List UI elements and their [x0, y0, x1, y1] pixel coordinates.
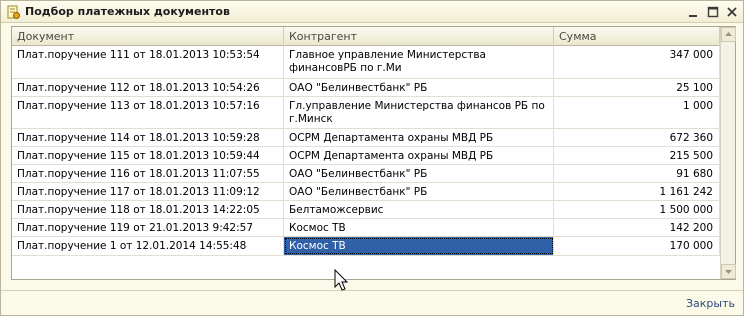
cell-document[interactable]: Плат.поручение 117 от 18.01.2013 11:09:1…	[12, 183, 284, 200]
scroll-up-button[interactable]	[721, 27, 736, 42]
dialog-window: Подбор платежных документов Документ Кон…	[0, 0, 744, 316]
minimize-icon[interactable]	[686, 5, 700, 19]
cell-contractor[interactable]: Космос ТВ	[284, 219, 554, 236]
cell-sum[interactable]: 347 000	[554, 46, 720, 78]
documents-table[interactable]: Документ Контрагент Сумма Плат.поручение…	[11, 26, 736, 280]
cell-contractor[interactable]: Гл.управление Министерства финансов РБ п…	[284, 97, 554, 128]
table-row[interactable]: Плат.поручение 119 от 21.01.2013 9:42:57…	[12, 219, 720, 237]
cell-document[interactable]: Плат.поручение 111 от 18.01.2013 10:53:5…	[12, 46, 284, 78]
cell-contractor[interactable]: ОСРМ Департамента охраны МВД РБ	[284, 129, 554, 146]
table-row[interactable]: Плат.поручение 115 от 18.01.2013 10:59:4…	[12, 147, 720, 165]
cell-document[interactable]: Плат.поручение 118 от 18.01.2013 14:22:0…	[12, 201, 284, 218]
column-header-sum[interactable]: Сумма	[554, 27, 720, 46]
document-icon	[7, 5, 20, 19]
cell-document[interactable]: Плат.поручение 119 от 21.01.2013 9:42:57	[12, 219, 284, 236]
cell-sum[interactable]: 215 500	[554, 147, 720, 164]
cell-contractor[interactable]: ОАО "Белинвестбанк" РБ	[284, 79, 554, 96]
table-row[interactable]: Плат.поручение 118 от 18.01.2013 14:22:0…	[12, 201, 720, 219]
close-icon[interactable]	[725, 5, 739, 19]
cell-sum[interactable]: 1 000	[554, 97, 720, 128]
cell-sum[interactable]: 170 000	[554, 237, 720, 255]
cell-document[interactable]: Плат.поручение 1 от 12.01.2014 14:55:48	[12, 237, 284, 255]
table-header: Документ Контрагент Сумма	[12, 27, 720, 46]
table-row[interactable]: Плат.поручение 114 от 18.01.2013 10:59:2…	[12, 129, 720, 147]
scroll-down-button[interactable]	[721, 264, 736, 279]
mouse-cursor-icon	[334, 269, 349, 291]
column-header-document[interactable]: Документ	[12, 27, 284, 46]
arrow-up-icon	[725, 32, 732, 36]
cell-contractor[interactable]: Белтаможсервис	[284, 201, 554, 218]
cell-contractor[interactable]: ОАО "Белинвестбанк" РБ	[284, 183, 554, 200]
cell-document[interactable]: Плат.поручение 112 от 18.01.2013 10:54:2…	[12, 79, 284, 96]
cell-document[interactable]: Плат.поручение 114 от 18.01.2013 10:59:2…	[12, 129, 284, 146]
cell-document[interactable]: Плат.поручение 113 от 18.01.2013 10:57:1…	[12, 97, 284, 128]
cell-sum[interactable]: 1 161 242	[554, 183, 720, 200]
cell-sum[interactable]: 25 100	[554, 79, 720, 96]
close-button[interactable]: Закрыть	[686, 297, 735, 310]
table-row[interactable]: Плат.поручение 117 от 18.01.2013 11:09:1…	[12, 183, 720, 201]
table-body: Плат.поручение 111 от 18.01.2013 10:53:5…	[12, 46, 720, 279]
cell-contractor[interactable]: Главное управление Министерства финансов…	[284, 46, 554, 78]
window-title: Подбор платежных документов	[25, 5, 230, 18]
cell-sum[interactable]: 142 200	[554, 219, 720, 236]
maximize-icon[interactable]	[706, 5, 720, 19]
table-row[interactable]: Плат.поручение 111 от 18.01.2013 10:53:5…	[12, 46, 720, 79]
arrow-down-icon	[725, 270, 732, 274]
cell-sum[interactable]: 1 500 000	[554, 201, 720, 218]
table-row[interactable]: Плат.поручение 112 от 18.01.2013 10:54:2…	[12, 79, 720, 97]
title-bar[interactable]: Подбор платежных документов	[1, 1, 743, 23]
cell-contractor[interactable]: ОСРМ Департамента охраны МВД РБ	[284, 147, 554, 164]
cell-sum[interactable]: 91 680	[554, 165, 720, 182]
table-row[interactable]: Плат.поручение 116 от 18.01.2013 11:07:5…	[12, 165, 720, 183]
vertical-scrollbar[interactable]	[720, 27, 736, 279]
scroll-track[interactable]	[721, 42, 736, 264]
table-row[interactable]: Плат.поручение 1 от 12.01.2014 14:55:48 …	[12, 237, 720, 256]
cell-document[interactable]: Плат.поручение 115 от 18.01.2013 10:59:4…	[12, 147, 284, 164]
table-row[interactable]: Плат.поручение 113 от 18.01.2013 10:57:1…	[12, 97, 720, 129]
cell-sum[interactable]: 672 360	[554, 129, 720, 146]
cell-document[interactable]: Плат.поручение 116 от 18.01.2013 11:07:5…	[12, 165, 284, 182]
column-header-contractor[interactable]: Контрагент	[284, 27, 554, 46]
dialog-footer: Закрыть	[1, 290, 743, 315]
cell-contractor[interactable]: ОАО "Белинвестбанк" РБ	[284, 165, 554, 182]
cell-contractor-selected[interactable]: Космос ТВ	[284, 237, 554, 255]
